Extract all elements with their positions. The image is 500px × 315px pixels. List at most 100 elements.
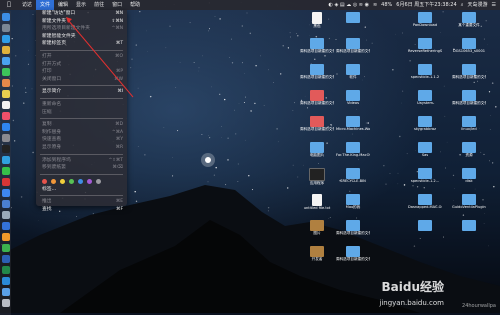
trash-icon[interactable]: [2, 299, 10, 307]
tag-color-dot[interactable]: [42, 179, 47, 184]
desktop-item[interactable]: 周科选项目新建的文件夹 2: [300, 64, 334, 79]
file-menu-item[interactable]: 新建"访达"窗口⌘N: [36, 10, 127, 18]
desktop-item[interactable]: disk: [452, 168, 486, 183]
desktop-item[interactable]: 周科选项目新建的文件夹: [336, 246, 370, 261]
file-menu-item[interactable]: 查找⌘F: [36, 206, 127, 214]
user-name[interactable]: 天岛漫游: [468, 0, 488, 10]
menu-view[interactable]: 显示: [72, 0, 90, 10]
desktop-item[interactable]: Micro.Machines.Worl...VATED: [336, 116, 370, 131]
menu-finder[interactable]: 访达: [18, 0, 36, 10]
desktop-item[interactable]: specsticle-1.1.2: [408, 64, 442, 79]
terminal-icon[interactable]: [2, 145, 10, 153]
wechat-icon[interactable]: [2, 167, 10, 175]
file-menu-item-label: 显示简介: [42, 89, 61, 94]
desktop-item[interactable]: linux/led: [452, 116, 486, 131]
keynote-icon[interactable]: [2, 222, 10, 230]
apple-icon[interactable]: : [0, 0, 18, 10]
status-icons[interactable]: ◐ ◈ ▤ ☁ ◎ ≋ ◉: [329, 0, 369, 10]
settings-icon[interactable]: [2, 134, 10, 142]
file-menu-item-label: 压缩: [42, 110, 52, 115]
menu-edit[interactable]: 编辑: [54, 0, 72, 10]
desktop-item[interactable]: 资源: [452, 142, 486, 157]
file-menu-item[interactable]: 显示简介⌘I: [36, 88, 127, 96]
desktop-item[interactable]: DGS10653_s0001: [452, 38, 486, 53]
desktop-item[interactable]: 周科选项目新建的文件夹: [452, 90, 486, 105]
desktop-item[interactable]: Videos: [336, 90, 370, 105]
desktop-item[interactable]: 周科选项目新建的文件夹: [300, 38, 334, 53]
desktop-item[interactable]: Uaystem: [408, 90, 442, 105]
desktop-item[interactable]: ReverseRetheringServer_1.2.0: [408, 38, 442, 53]
desktop-item-label: linux/led: [452, 127, 486, 131]
desktop-item[interactable]: specsticle-1.2...: [408, 168, 442, 183]
file-icon: [309, 168, 325, 181]
photos-icon[interactable]: [2, 79, 10, 87]
tag-color-dot[interactable]: [87, 179, 92, 184]
desktop-item[interactable]: untitled file.txt: [300, 194, 334, 210]
menu-go[interactable]: 前往: [90, 0, 108, 10]
tag-color-dot[interactable]: [51, 179, 56, 184]
desktop-item[interactable]: 电脑图片: [300, 142, 334, 157]
music-icon[interactable]: [2, 112, 10, 120]
qq-icon[interactable]: [2, 156, 10, 164]
search-icon[interactable]: ⌕: [461, 0, 464, 10]
baidu-netdisk-icon[interactable]: [2, 189, 10, 197]
desktop-item[interactable]: skygrabbraz: [408, 116, 442, 131]
file-menu-tags-item[interactable]: 标签...: [36, 186, 127, 194]
wallpaper-credit: 24hourwallpa: [462, 303, 496, 309]
excel-icon[interactable]: [2, 266, 10, 274]
mail-icon[interactable]: [2, 57, 10, 65]
file-menu-item[interactable]: 新建智能文件夹: [36, 33, 127, 41]
battery-label[interactable]: 48%: [381, 0, 392, 10]
preview-icon[interactable]: [2, 211, 10, 219]
numbers-icon[interactable]: [2, 244, 10, 252]
messages-icon[interactable]: [2, 68, 10, 76]
desktop-item[interactable]: Dasnapped.MAC.GOC: [408, 194, 442, 209]
appstore-icon[interactable]: [2, 123, 10, 131]
finder-icon[interactable]: [2, 13, 10, 21]
tag-color-dot[interactable]: [60, 179, 65, 184]
menu-window[interactable]: 窗口: [108, 0, 126, 10]
word-icon[interactable]: [2, 255, 10, 263]
desktop-item[interactable]: Mac的我: [336, 194, 370, 209]
downloads-icon[interactable]: [2, 288, 10, 296]
control-center-icon[interactable]: ☰: [492, 0, 496, 10]
desktop-item[interactable]: 周科选项目新建的文件夹: [336, 220, 370, 235]
desktop-item[interactable]: SRECYCLE.BIN: [336, 168, 370, 183]
desktop-item[interactable]: [408, 220, 442, 231]
desktop-item[interactable]: For.The.King.MacOS...IVATED: [336, 142, 370, 157]
desktop-item[interactable]: GuidoVentilaPlugin...master: [452, 194, 486, 209]
notes-icon[interactable]: [2, 90, 10, 98]
tag-color-dot[interactable]: [96, 179, 101, 184]
desktop-item[interactable]: 周科选项目新建的文件夹 4: [300, 116, 334, 131]
launchpad-icon[interactable]: [2, 24, 10, 32]
vscode-icon[interactable]: [2, 277, 10, 285]
tag-color-dot[interactable]: [78, 179, 83, 184]
pages-icon[interactable]: [2, 233, 10, 241]
tag-color-dot[interactable]: [69, 179, 74, 184]
desktop-item[interactable]: 开发者: [300, 246, 334, 261]
desktop-item[interactable]: 图片: [300, 220, 334, 235]
menu-file[interactable]: 文件: [36, 0, 54, 10]
desktop-item[interactable]: [336, 12, 370, 23]
folder-icon: [310, 38, 324, 49]
desktop-item[interactable]: 周科选项目新建的文件夹: [336, 38, 370, 53]
menu-help[interactable]: 帮助: [126, 0, 144, 10]
file-menu-item[interactable]: 新建文件夹⇧⌘N: [36, 18, 127, 26]
xcode-icon[interactable]: [2, 200, 10, 208]
desktop-item[interactable]: [452, 220, 486, 231]
calendar-icon[interactable]: [2, 101, 10, 109]
wifi-icon[interactable]: ≋: [373, 0, 377, 10]
file-menu-item[interactable]: 新建标签页⌘T: [36, 40, 127, 48]
desktop-item[interactable]: 应用程序: [300, 168, 334, 185]
desktop-item[interactable]: 黑色: [300, 12, 334, 28]
desktop-item[interactable]: 周科选项目新建的文件夹 3: [300, 90, 334, 105]
desktop-item[interactable]: Sas: [408, 142, 442, 157]
desktop-item[interactable]: PanDownload: [408, 12, 442, 27]
desktop-item[interactable]: 周科选项目新建的文件夹 2: [452, 64, 486, 79]
clock[interactable]: 6月6日 周五下午23:38:24: [396, 0, 456, 10]
desktop-item[interactable]: 某个重要文件: [452, 12, 486, 27]
desktop-item[interactable]: 软件: [336, 64, 370, 79]
netease-icon[interactable]: [2, 178, 10, 186]
safari-icon[interactable]: [2, 35, 10, 43]
chrome-icon[interactable]: [2, 46, 10, 54]
